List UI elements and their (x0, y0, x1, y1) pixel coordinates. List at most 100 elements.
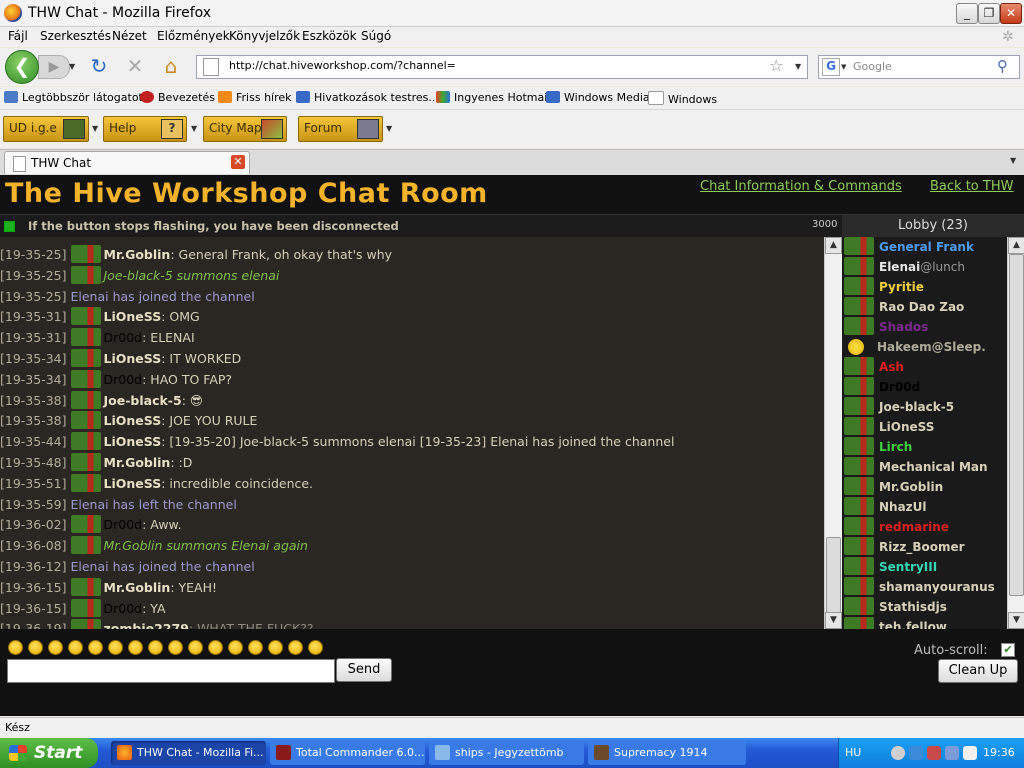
lobby-user[interactable]: NhazUl (842, 497, 1007, 517)
lobby-user[interactable]: General Frank (842, 237, 1007, 257)
emoticon-icon[interactable] (48, 640, 63, 655)
reload-icon[interactable]: ↻ (88, 55, 110, 77)
lobby-user[interactable]: Mechanical Man (842, 457, 1007, 477)
emoticon-icon[interactable] (128, 640, 143, 655)
chat-username[interactable]: LiOneSS (104, 309, 162, 324)
search-icon[interactable]: ⚲ (997, 57, 1008, 75)
scroll-down-button[interactable]: ▼ (825, 612, 842, 629)
emoticon-icon[interactable] (288, 640, 303, 655)
chat-username[interactable]: zombie2279 (104, 621, 189, 629)
bookmark-customize-links[interactable]: Hivatkozások testres... (296, 91, 439, 104)
home-icon[interactable]: ⌂ (160, 55, 182, 77)
bookmark-windows-media[interactable]: Windows Media (546, 91, 650, 104)
forum-dropdown-icon[interactable]: ▼ (386, 124, 392, 133)
lobby-user[interactable]: Elenai@lunch (842, 257, 1007, 277)
emoticon-icon[interactable] (248, 640, 263, 655)
task-firefox[interactable]: THW Chat - Mozilla Fi... (111, 741, 266, 765)
lobby-user[interactable]: shamanyouranus (842, 577, 1007, 597)
minimize-button[interactable]: _ (956, 3, 978, 24)
lobby-user[interactable]: Lirch (842, 437, 1007, 457)
tab-close-icon[interactable]: ✕ (231, 155, 245, 169)
maximize-button[interactable]: ❐ (978, 3, 1000, 24)
lobby-user[interactable]: redmarine (842, 517, 1007, 537)
lobby-user[interactable]: teh.fellow (842, 617, 1007, 629)
ud-ige-dropdown-icon[interactable]: ▼ (92, 124, 98, 133)
menu-edit[interactable]: Szerkesztés (40, 29, 111, 43)
menu-view[interactable]: Nézet (112, 29, 147, 43)
forum-button[interactable]: Forum (298, 116, 383, 142)
ud-ige-button[interactable]: UD i.g.e (3, 116, 89, 142)
close-button[interactable]: ✕ (1000, 3, 1022, 24)
history-dropdown-icon[interactable]: ▼ (69, 62, 75, 71)
scroll-thumb[interactable] (826, 537, 841, 613)
bookmark-news[interactable]: Friss hírek (218, 91, 292, 104)
lobby-user[interactable]: Stathisdjs (842, 597, 1007, 617)
search-engine-dropdown-icon[interactable]: ▼ (841, 63, 846, 71)
security-icon[interactable] (927, 746, 941, 760)
menu-help[interactable]: Súgó (361, 29, 391, 43)
emoticon-icon[interactable] (208, 640, 223, 655)
chat-username[interactable]: Mr.Goblin (104, 247, 171, 262)
emoticon-icon[interactable] (68, 640, 83, 655)
emoticon-icon[interactable] (188, 640, 203, 655)
language-indicator[interactable]: HU (845, 746, 861, 759)
chat-username[interactable]: Dr00d (104, 330, 143, 345)
chat-scrollbar[interactable]: ▲ ▼ (824, 237, 842, 629)
chat-username[interactable]: LiOneSS (104, 351, 162, 366)
tab-list-dropdown-icon[interactable]: ▼ (1010, 156, 1016, 165)
emoticon-icon[interactable] (308, 640, 323, 655)
lobby-scrollbar[interactable]: ▲ ▼ (1007, 237, 1024, 629)
chat-username[interactable]: LiOneSS (104, 434, 162, 449)
emoticon-icon[interactable] (268, 640, 283, 655)
chat-username[interactable]: LiOneSS (104, 476, 162, 491)
scroll-down-button[interactable]: ▼ (1008, 612, 1024, 629)
scroll-thumb[interactable] (1009, 254, 1024, 596)
network-icon[interactable] (909, 746, 923, 760)
lobby-user[interactable]: Hakeem@Sleep. (842, 337, 1007, 357)
tab-thw-chat[interactable]: THW Chat ✕ (4, 151, 250, 174)
emoticon-icon[interactable] (228, 640, 243, 655)
tray-app-icon[interactable] (963, 746, 977, 760)
chat-username[interactable]: LiOneSS (104, 413, 162, 428)
clean-up-button[interactable]: Clean Up (938, 659, 1018, 683)
bookmark-windows[interactable]: Windows (648, 91, 717, 106)
help-dropdown-icon[interactable]: ▼ (191, 124, 197, 133)
lobby-user[interactable]: Ash (842, 357, 1007, 377)
bookmark-hotmail[interactable]: Ingyenes Hotmail (436, 91, 550, 104)
chat-username[interactable]: Mr.Goblin (104, 580, 171, 595)
emoticon-icon[interactable] (8, 640, 23, 655)
autoscroll-checkbox[interactable]: ✔ (1001, 643, 1015, 657)
chat-username[interactable]: Joe-black-5 (104, 393, 182, 408)
bookmark-most-visited[interactable]: Legtöbbször látogatott (4, 91, 147, 104)
send-button[interactable]: Send (336, 658, 392, 682)
chat-username[interactable]: Dr00d (104, 601, 143, 616)
lobby-user[interactable]: Mr.Goblin (842, 477, 1007, 497)
chat-username[interactable]: Dr00d (104, 372, 143, 387)
forward-button[interactable]: ▶ (38, 55, 70, 79)
lobby-user[interactable]: Shados (842, 317, 1007, 337)
emoticon-icon[interactable] (148, 640, 163, 655)
stop-icon[interactable]: ✕ (124, 55, 146, 77)
tray-back-icon[interactable] (891, 746, 905, 760)
emoticon-icon[interactable] (28, 640, 43, 655)
menu-file[interactable]: Fájl (8, 29, 28, 43)
lobby-user[interactable]: Rao Dao Zao (842, 297, 1007, 317)
message-input[interactable] (7, 659, 335, 683)
menu-history[interactable]: Előzmények (157, 29, 230, 43)
tray-app-icon[interactable] (945, 746, 959, 760)
chat-info-link[interactable]: Chat Information & Commands (700, 179, 902, 194)
search-box[interactable]: G ▼ Google ⚲ (818, 55, 1020, 79)
task-notepad[interactable]: ships - Jegyzettömb (429, 741, 584, 765)
task-total-commander[interactable]: Total Commander 6.0... (270, 741, 425, 765)
bookmark-intro[interactable]: Bevezetés (140, 91, 215, 104)
lobby-user[interactable]: Pyritie (842, 277, 1007, 297)
lobby-user[interactable]: Joe-black-5 (842, 397, 1007, 417)
scroll-up-button[interactable]: ▲ (825, 237, 842, 254)
chat-username[interactable]: Mr.Goblin (104, 455, 171, 470)
city-map-button[interactable]: City Map (203, 116, 287, 142)
bookmark-star-icon[interactable]: ☆ (769, 56, 783, 75)
url-dropdown-icon[interactable]: ▼ (795, 62, 801, 71)
back-to-thw-link[interactable]: Back to THW (930, 179, 1013, 194)
help-button[interactable]: Help? (103, 116, 187, 142)
chat-username[interactable]: Dr00d (104, 517, 143, 532)
